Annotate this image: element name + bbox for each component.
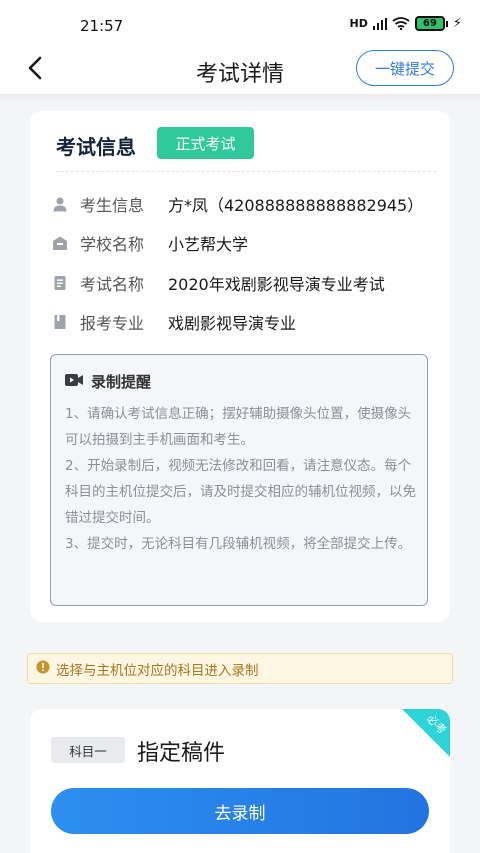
recording-reminder-box: 录制提醒 1、请确认考试信息正确；摆好辅助摄像头位置，使摄像头可以拍摄到主手机画… bbox=[50, 354, 428, 606]
battery-level: 69 bbox=[422, 17, 437, 29]
info-row-candidate: 考生信息 方*凤（420888888888882945） bbox=[50, 192, 440, 216]
notice-banner: 选择与主机位对应的科目进入录制 bbox=[27, 653, 453, 684]
document-icon bbox=[50, 273, 70, 293]
info-label: 学校名称 bbox=[80, 235, 145, 254]
header-shadow bbox=[0, 94, 480, 102]
exam-info-card: 考试信息 正式考试 考生信息 方*凤（420888888888882945） 学… bbox=[30, 111, 450, 622]
info-row-exam-name: 考试名称 2020年戏剧影视导演专业考试 bbox=[50, 271, 440, 295]
header: 考试详情 一键提交 bbox=[0, 46, 480, 94]
charging-icon: ⚡ bbox=[452, 16, 462, 31]
required-corner-badge: 必考 bbox=[402, 709, 450, 757]
info-value: 戏剧影视导演专业 bbox=[168, 314, 297, 333]
signal-icon bbox=[372, 17, 387, 30]
subject-card: 科目一 指定稿件 必考 去录制 bbox=[30, 709, 450, 853]
subject-tag: 科目一 bbox=[51, 737, 125, 763]
warning-icon bbox=[36, 659, 50, 678]
exam-info-title: 考试信息 bbox=[56, 135, 136, 159]
reminder-header: 录制提醒 bbox=[65, 371, 151, 392]
book-icon bbox=[50, 312, 70, 332]
info-value: 2020年戏剧影视导演专业考试 bbox=[168, 275, 385, 294]
status-time: 21:57 bbox=[80, 17, 124, 35]
video-icon bbox=[65, 372, 83, 391]
info-label: 报考专业 bbox=[80, 314, 145, 333]
battery-body: 69 bbox=[414, 16, 445, 31]
notice-text: 选择与主机位对应的科目进入录制 bbox=[56, 662, 259, 679]
info-row-school: 学校名称 小艺帮大学 bbox=[50, 231, 440, 255]
wifi-icon bbox=[392, 17, 410, 30]
info-value: 小艺帮大学 bbox=[168, 235, 249, 254]
info-label: 考试名称 bbox=[80, 275, 145, 294]
signal-label: HD bbox=[349, 17, 368, 30]
person-icon bbox=[50, 194, 70, 214]
go-record-button[interactable]: 去录制 bbox=[51, 788, 429, 834]
battery-indicator: 69 bbox=[414, 16, 448, 31]
exam-type-badge: 正式考试 bbox=[157, 127, 254, 159]
reminder-text: 1、请确认考试信息正确；摆好辅助摄像头位置，使摄像头可以拍摄到主手机画面和考生。… bbox=[65, 406, 416, 552]
info-row-major: 报考专业 戏剧影视导演专业 bbox=[50, 310, 440, 334]
info-label: 考生信息 bbox=[80, 196, 145, 215]
school-icon bbox=[50, 233, 70, 253]
status-icons: HD 69 ⚡ bbox=[350, 16, 462, 31]
subject-name: 指定稿件 bbox=[137, 741, 226, 766]
divider bbox=[56, 171, 436, 172]
battery-tip bbox=[445, 20, 448, 27]
one-click-submit-button[interactable]: 一键提交 bbox=[356, 50, 454, 86]
info-value: 方*凤（420888888888882945） bbox=[168, 196, 424, 215]
reminder-title: 录制提醒 bbox=[91, 373, 152, 391]
status-bar: 21:57 HD 69 ⚡ bbox=[0, 0, 480, 46]
